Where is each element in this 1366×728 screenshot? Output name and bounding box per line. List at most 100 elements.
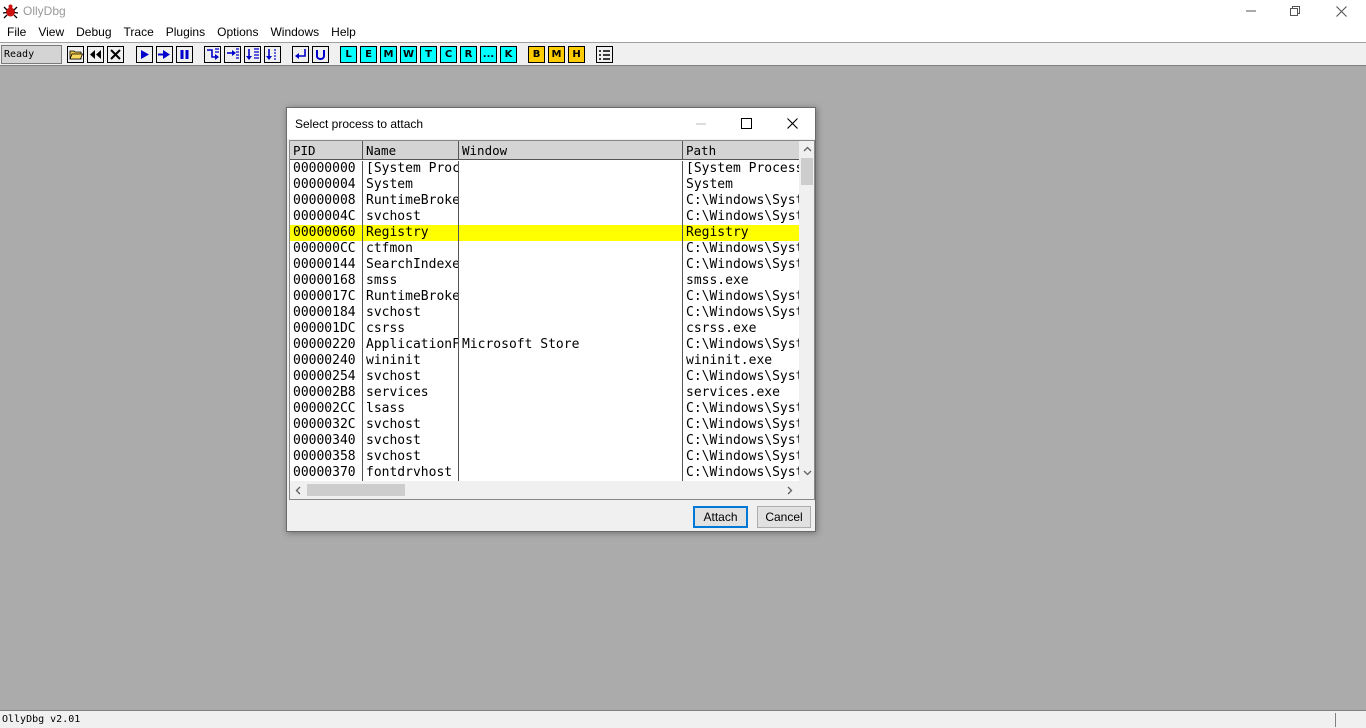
run-thread-icon xyxy=(158,50,170,59)
horizontal-scroll-thumb[interactable] xyxy=(307,484,405,496)
process-row[interactable]: 000000CC ctfmon C:\Windows\System32 xyxy=(290,241,800,257)
minimize-button[interactable] xyxy=(1228,0,1274,22)
process-row[interactable]: 00000358 svchost C:\Windows\System32 xyxy=(290,449,800,465)
process-rows: 00000000 [System Process] [System Process]… xyxy=(290,161,800,481)
process-row[interactable]: 00000168 smss smss.exe xyxy=(290,273,800,289)
restore-button[interactable] xyxy=(1272,0,1318,22)
cpu-button[interactable]: C xyxy=(440,46,457,63)
process-row[interactable]: 0000004C svchost C:\Windows\System32 xyxy=(290,209,800,225)
process-row[interactable]: 0000017C RuntimeBroker C:\Windows\System32 xyxy=(290,289,800,305)
column-divider xyxy=(458,161,459,481)
process-row[interactable]: 00000340 svchost C:\Windows\System32 xyxy=(290,433,800,449)
cell-path: C:\Windows\System32 xyxy=(686,241,800,256)
column-divider xyxy=(362,161,363,481)
restart-icon xyxy=(90,50,101,59)
dialog-maximize-button[interactable] xyxy=(723,108,769,139)
log-window-button[interactable]: L xyxy=(340,46,357,63)
process-row[interactable]: 00000240 wininit wininit.exe xyxy=(290,353,800,369)
process-row[interactable]: 000001DC csrss csrss.exe xyxy=(290,321,800,337)
cell-window xyxy=(459,209,682,225)
scroll-left-button[interactable] xyxy=(290,481,306,499)
menu-help[interactable]: Help xyxy=(325,22,362,42)
step-into-icon xyxy=(206,48,219,60)
process-row[interactable]: 00000144 SearchIndexer C:\Windows\System32 xyxy=(290,257,800,273)
close-program-button[interactable] xyxy=(107,46,124,63)
scroll-up-button[interactable] xyxy=(799,141,814,157)
menu-options[interactable]: Options xyxy=(211,22,264,42)
vertical-scroll-thumb[interactable] xyxy=(801,158,813,185)
trace-into-icon xyxy=(245,48,259,60)
list-button[interactable] xyxy=(596,46,613,63)
cell-pid: 000002CC xyxy=(293,401,356,416)
threads-button[interactable]: T xyxy=(420,46,437,63)
process-row[interactable]: 00000060 Registry Registry xyxy=(290,225,800,241)
pause-button[interactable] xyxy=(176,46,193,63)
chevron-left-icon xyxy=(295,486,301,494)
call-stack-button[interactable]: K xyxy=(500,46,517,63)
process-row[interactable]: 00000000 [System Process] [System Process] xyxy=(290,161,800,177)
scrollbar-corner xyxy=(799,481,814,499)
column-header-name[interactable]: Name xyxy=(363,141,459,160)
debug-status: Ready xyxy=(1,45,62,64)
menu-debug[interactable]: Debug xyxy=(70,22,117,42)
process-row[interactable]: 000002B8 services services.exe xyxy=(290,385,800,401)
trace-into-button[interactable] xyxy=(244,46,261,63)
close-button[interactable] xyxy=(1318,0,1364,22)
restart-button[interactable] xyxy=(87,46,104,63)
process-row[interactable]: 00000004 System System xyxy=(290,177,800,193)
process-row[interactable]: 00000184 svchost C:\Windows\System32 xyxy=(290,305,800,321)
cell-name: lsass xyxy=(366,401,406,416)
cell-pid: 00000060 xyxy=(293,225,356,240)
column-header-path[interactable]: Path xyxy=(683,141,800,160)
process-row[interactable]: 00000370 fontdrvhost C:\Windows\System32 xyxy=(290,465,800,481)
hardware-breakpoints-button[interactable]: H xyxy=(568,46,585,63)
vertical-scrollbar[interactable] xyxy=(799,141,814,481)
menu-trace[interactable]: Trace xyxy=(118,22,160,42)
dialog-minimize-button[interactable] xyxy=(678,108,724,139)
dialog-close-button[interactable] xyxy=(769,108,815,139)
run-thread-button[interactable] xyxy=(156,46,173,63)
open-button[interactable] xyxy=(67,46,84,63)
memory-map-button[interactable]: M xyxy=(380,46,397,63)
execute-till-user-code-button[interactable] xyxy=(312,46,329,63)
breakpoints-button[interactable]: B xyxy=(528,46,545,63)
cell-window xyxy=(459,433,682,449)
cancel-button[interactable]: Cancel xyxy=(757,506,811,528)
process-list[interactable]: PID Name Window Path 00000000 [System Pro… xyxy=(289,140,815,500)
execute-till-return-icon xyxy=(295,49,306,59)
step-over-button[interactable] xyxy=(224,46,241,63)
cell-name: SearchIndexer xyxy=(366,257,458,272)
trace-over-button[interactable] xyxy=(264,46,281,63)
minimize-icon xyxy=(696,123,706,124)
step-into-button[interactable] xyxy=(204,46,221,63)
column-header-pid[interactable]: PID xyxy=(290,141,363,160)
chevron-down-icon xyxy=(803,470,811,476)
attach-button[interactable]: Attach xyxy=(693,506,748,528)
list-header: PID Name Window Path xyxy=(290,141,800,160)
menu-windows[interactable]: Windows xyxy=(264,22,325,42)
executable-modules-button[interactable]: E xyxy=(360,46,377,63)
cell-pid: 00000370 xyxy=(293,465,356,480)
references-button[interactable]: R xyxy=(460,46,477,63)
step-over-icon xyxy=(226,48,239,59)
execute-till-return-button[interactable] xyxy=(292,46,309,63)
open-icon xyxy=(68,50,83,59)
memory-breakpoints-button[interactable]: M xyxy=(548,46,565,63)
scroll-down-button[interactable] xyxy=(799,465,814,481)
run-trace-button[interactable]: ... xyxy=(480,46,497,63)
windows-list-button[interactable]: W xyxy=(400,46,417,63)
process-row[interactable]: 0000032C svchost C:\Windows\System32 xyxy=(290,417,800,433)
run-button[interactable] xyxy=(136,46,153,63)
menu-plugins[interactable]: Plugins xyxy=(160,22,211,42)
horizontal-scrollbar[interactable] xyxy=(290,481,800,499)
process-row[interactable]: 00000008 RuntimeBroker C:\Windows\System32 xyxy=(290,193,800,209)
cell-pid: 00000184 xyxy=(293,305,356,320)
process-row[interactable]: 00000254 svchost C:\Windows\System32 xyxy=(290,369,800,385)
cell-path: C:\Windows\System32 xyxy=(686,257,800,272)
process-row[interactable]: 000002CC lsass C:\Windows\System32 xyxy=(290,401,800,417)
scroll-right-button[interactable] xyxy=(782,481,798,499)
column-header-window[interactable]: Window xyxy=(459,141,683,160)
menu-view[interactable]: View xyxy=(32,22,70,42)
process-row[interactable]: 00000220 ApplicationFrameHost Microsoft St… xyxy=(290,337,800,353)
menu-file[interactable]: File xyxy=(1,22,32,42)
